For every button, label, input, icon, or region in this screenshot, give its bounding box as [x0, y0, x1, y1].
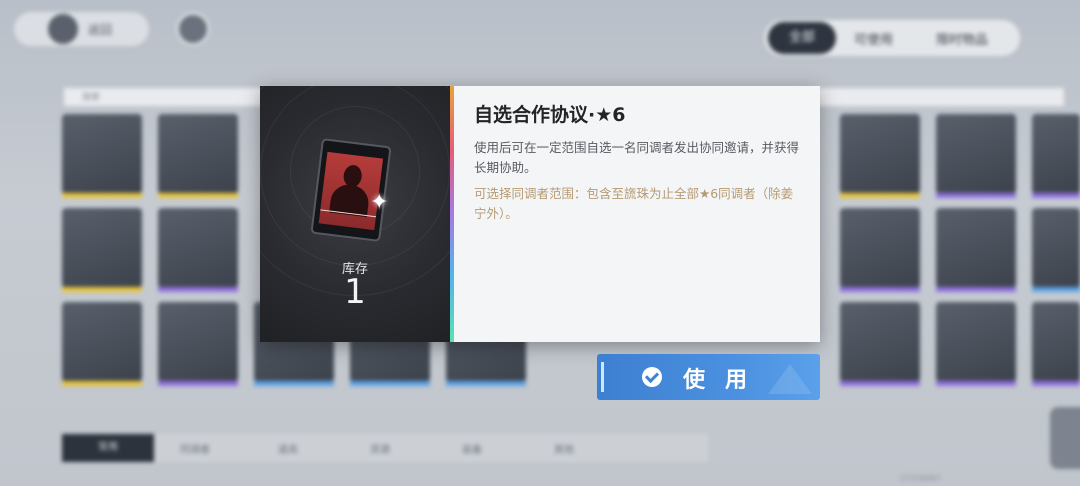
item-title: 自选合作协议·★6	[474, 104, 626, 126]
inventory-item[interactable]	[158, 302, 238, 386]
filter-usable[interactable]: 可使用	[854, 29, 893, 48]
inventory-item[interactable]	[158, 208, 238, 292]
tab-synchronizer[interactable]: 同调者	[180, 441, 210, 456]
inventory-item[interactable]	[1032, 302, 1080, 386]
tab-other[interactable]: 其他	[554, 441, 574, 456]
top-bar: 返回 全部 可使用 限时物品	[0, 0, 1080, 80]
button-accent	[601, 362, 604, 392]
inventory-item[interactable]	[158, 114, 238, 198]
stock-value: 1	[344, 272, 366, 312]
filter-group: 全部 可使用 限时物品	[764, 20, 1020, 56]
inventory-item[interactable]	[840, 302, 920, 386]
inventory-item[interactable]	[936, 114, 1016, 198]
item-detail-popup: ✦ 库存 1 自选合作协议·★6 使用后可在一定范围自选一名同调者发出协同邀请，…	[260, 86, 820, 342]
home-icon[interactable]	[176, 12, 210, 46]
side-menu-button[interactable]	[1050, 407, 1080, 469]
inventory-item[interactable]	[62, 114, 142, 198]
item-range-note: 可选择同调者范围：包含至旒珠为止全部★6同调者（除姜宁外）。	[474, 186, 794, 221]
filter-limited[interactable]: 限时物品	[936, 29, 988, 48]
inventory-item[interactable]	[936, 302, 1016, 386]
tab-common[interactable]: 常用	[62, 434, 154, 462]
category-tabs: 常用 同调者 道具 资源 装备 其他	[62, 434, 708, 462]
use-button[interactable]: 使用	[597, 354, 820, 400]
back-button[interactable]	[14, 12, 149, 46]
tab-props[interactable]: 道具	[278, 441, 298, 456]
inventory-item[interactable]	[936, 208, 1016, 292]
inventory-item[interactable]	[1032, 114, 1080, 198]
inventory-item[interactable]	[840, 208, 920, 292]
uid-label: 27376097	[900, 474, 941, 483]
item-description: 使用后可在一定范围自选一名同调者发出协同邀请，并获得长期协助。	[474, 140, 800, 175]
use-button-label: 使用	[683, 368, 768, 393]
item-info-panel: 自选合作协议·★6 使用后可在一定范围自选一名同调者发出协同邀请，并获得长期协助…	[454, 86, 820, 342]
back-label: 返回	[88, 23, 113, 37]
inventory-item[interactable]	[62, 302, 142, 386]
item-preview-panel: ✦ 库存 1	[260, 86, 450, 342]
back-icon	[48, 14, 78, 44]
tab-resources[interactable]: 资源	[370, 441, 390, 456]
sparkle-icon: ✦	[370, 190, 389, 215]
inventory-item[interactable]	[1032, 208, 1080, 292]
button-decor	[768, 364, 812, 394]
tab-equipment[interactable]: 装备	[462, 441, 482, 456]
inventory-item[interactable]	[840, 114, 920, 198]
search-placeholder: 搜索	[82, 93, 101, 103]
filter-all[interactable]: 全部	[768, 22, 836, 54]
inventory-item[interactable]	[62, 208, 142, 292]
check-icon	[642, 367, 662, 387]
